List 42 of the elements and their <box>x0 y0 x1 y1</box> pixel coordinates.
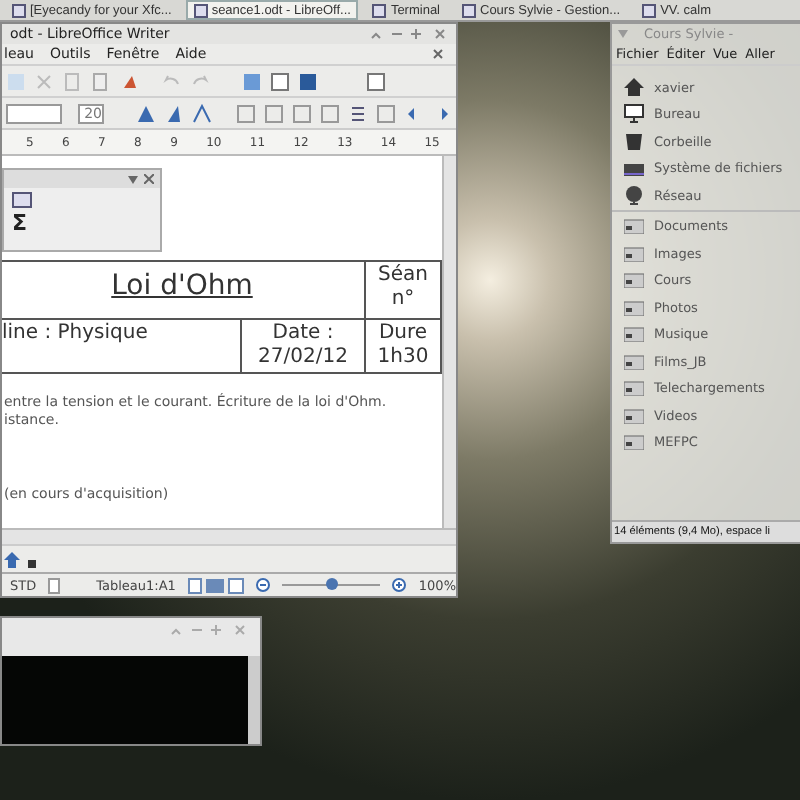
formula-button[interactable]: Σ <box>12 212 152 236</box>
duration-label: Dure <box>376 322 430 346</box>
date-label: Date : <box>270 322 336 346</box>
session-label: n° <box>389 288 417 312</box>
date-value: 27/02/12 <box>256 346 350 370</box>
shapes-icon[interactable] <box>4 551 20 567</box>
folder-icon <box>624 380 644 397</box>
zoom-thumb[interactable] <box>325 578 338 590</box>
desktop-icon <box>624 104 644 125</box>
window-icon <box>642 3 657 17</box>
close-icon[interactable] <box>144 174 154 184</box>
window-icon <box>372 3 387 17</box>
zoom-out-icon[interactable] <box>255 578 270 592</box>
drive-icon <box>624 158 644 179</box>
window-icon <box>12 3 26 17</box>
vertical-scrollbar[interactable] <box>248 656 260 744</box>
folder-icon <box>624 272 644 289</box>
folder-icon <box>624 434 644 451</box>
horizontal-scrollbar[interactable] <box>2 528 456 544</box>
window-icon <box>462 3 476 17</box>
window-controls-drawing <box>368 28 448 40</box>
folder-icon <box>624 218 644 235</box>
folder-icon <box>624 407 644 424</box>
close-icon[interactable] <box>432 48 444 60</box>
network-icon <box>624 185 644 206</box>
window-icon <box>193 3 208 17</box>
folder-icon <box>624 245 644 262</box>
session-label: Séan <box>376 264 430 288</box>
duration-value: 1h30 <box>375 346 431 370</box>
document-title: Loi d'Ohm <box>111 270 253 302</box>
document-icon <box>48 577 61 593</box>
home-icon <box>624 77 644 98</box>
view-layout-icon[interactable] <box>187 577 244 593</box>
table-cell: line : Physique <box>2 319 241 373</box>
font-name-field[interactable] <box>6 103 63 123</box>
folder-icon <box>624 353 644 370</box>
trash-icon <box>624 131 644 152</box>
vertical-scrollbar[interactable] <box>442 156 456 528</box>
folder-icon <box>624 326 644 343</box>
folder-icon <box>624 299 644 316</box>
window-controls-drawing <box>168 624 248 636</box>
zoom-in-icon[interactable] <box>392 578 407 592</box>
